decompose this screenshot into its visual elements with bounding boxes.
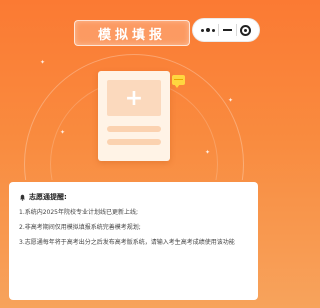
sparkle-icon: ✦ [228, 97, 234, 104]
notice-header: 志愿通提醒: [19, 192, 248, 202]
notice-card: 志愿通提醒: 1.系统内2025年院校专业计划线已更新上线; 2.非高考期间仅用… [9, 182, 258, 300]
mini-program-capsule [192, 18, 260, 42]
capsule-divider [235, 24, 237, 36]
form-line [107, 126, 161, 132]
minimize-icon[interactable] [222, 29, 232, 31]
more-dots-icon[interactable] [200, 28, 215, 32]
sparkle-icon: ✦ [40, 59, 46, 66]
target-close-icon[interactable] [240, 24, 252, 36]
notice-title: 志愿通提醒: [29, 193, 67, 201]
notice-item: 3.志愿通每年将于高考出分之后发布高考版系统，请输入考生高考成绩使用该功能 [19, 239, 235, 246]
capsule-divider [218, 24, 220, 36]
form-line [107, 139, 161, 145]
page-title: 模拟填报 [74, 20, 190, 46]
bell-icon [20, 194, 25, 201]
notice-item: 2.非高考期间仅用模拟填报系统完善模考规划; [19, 224, 141, 231]
plus-icon: + [107, 80, 161, 116]
notice-item: 1.系统内2025年院校专业计划线已更新上线; [19, 209, 139, 216]
sparkle-icon: ✦ [60, 129, 66, 136]
sparkle-icon: ✦ [205, 149, 211, 156]
form-illustration: + [98, 71, 170, 161]
chat-bubble-icon [172, 75, 185, 88]
